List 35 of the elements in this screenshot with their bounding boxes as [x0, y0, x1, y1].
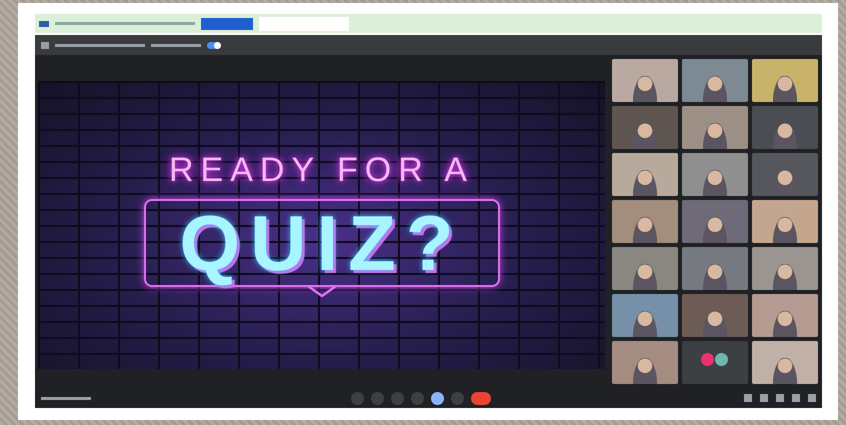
person-silhouette-icon — [633, 123, 657, 149]
panel-button[interactable] — [760, 394, 768, 402]
banner-link[interactable] — [259, 16, 349, 30]
avatar-circle — [701, 353, 714, 366]
person-silhouette-icon — [773, 76, 797, 102]
panel-button[interactable] — [744, 394, 752, 402]
person-silhouette-icon — [633, 170, 657, 196]
person-silhouette-icon — [773, 170, 797, 196]
person-silhouette-icon — [703, 76, 727, 102]
person-silhouette-icon — [703, 264, 727, 290]
person-silhouette-icon — [773, 123, 797, 149]
toggle-switch[interactable] — [207, 42, 221, 48]
blurred-text — [41, 396, 91, 400]
call-control-button[interactable] — [471, 392, 491, 404]
person-silhouette-icon — [703, 170, 727, 196]
person-silhouette-icon — [773, 264, 797, 290]
panel-button[interactable] — [792, 394, 800, 402]
call-control-button[interactable] — [431, 392, 444, 404]
person-silhouette-icon — [773, 217, 797, 243]
person-silhouette-icon — [633, 217, 657, 243]
blurred-text — [151, 44, 201, 46]
person-silhouette-icon — [773, 358, 797, 384]
person-silhouette-icon — [633, 358, 657, 384]
avatar-circle — [715, 353, 728, 366]
slide-heading: READY FOR A — [169, 153, 474, 187]
person-silhouette-icon — [633, 264, 657, 290]
person-silhouette-icon — [703, 123, 727, 149]
person-silhouette-icon — [703, 217, 727, 243]
panel-button[interactable] — [808, 394, 816, 402]
person-silhouette-icon — [703, 311, 727, 337]
person-silhouette-icon — [633, 76, 657, 102]
person-silhouette-icon — [633, 311, 657, 337]
banner-button[interactable] — [201, 18, 253, 30]
person-silhouette-icon — [773, 311, 797, 337]
panel-button[interactable] — [776, 394, 784, 402]
